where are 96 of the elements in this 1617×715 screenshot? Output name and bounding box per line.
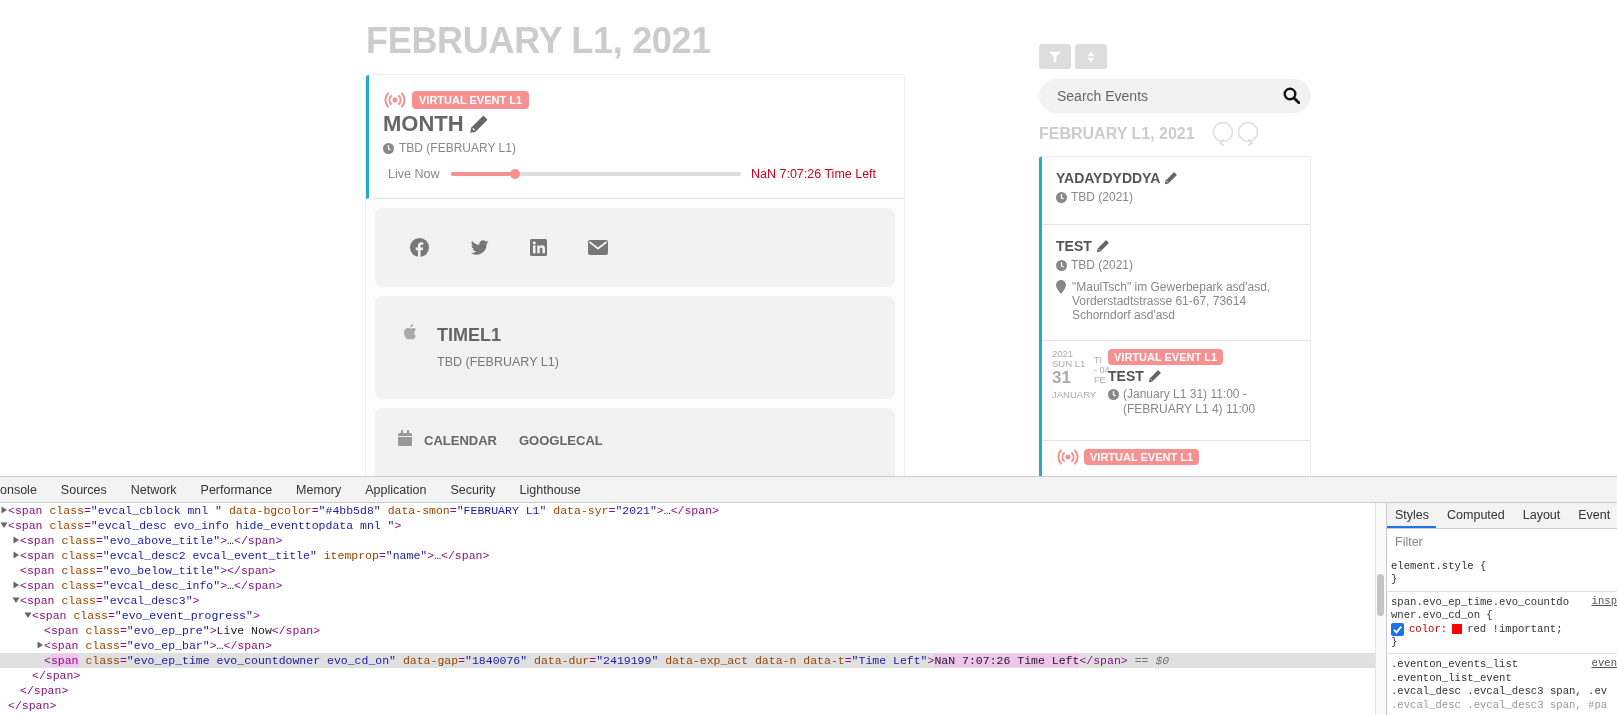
source-link[interactable]: insp: [1591, 594, 1617, 609]
calendar-link[interactable]: CALENDAR: [424, 433, 497, 476]
dom-node[interactable]: <span class="evcal_desc_info">…</span>: [0, 578, 1375, 593]
broadcast-icon: [383, 92, 407, 108]
collapse-arrow-icon[interactable]: [24, 610, 32, 619]
css-selector: .eventon_list_event: [1391, 671, 1512, 686]
devtools-tab[interactable]: Network: [130, 482, 177, 497]
closing-brace: }: [1391, 636, 1398, 650]
detail-title: TIMEL1: [437, 324, 502, 346]
date-fragment: FE: [1094, 375, 1107, 385]
dom-node[interactable]: <span class="evo_ep_bar">…</span>: [0, 638, 1375, 653]
event-title[interactable]: TEST: [1108, 368, 1144, 384]
event-time: (January L1 31) 11:00 - (FEBRUARY L1 4) 11:00: [1123, 387, 1257, 417]
event-location: "MaulTsch" im Gewerbepark asd'asd, Vorderstadtstrasse 61-67, 73614 Schorndorf asd'asd: [1072, 280, 1272, 322]
event-title[interactable]: YADAYDYDDYA: [1056, 170, 1161, 186]
css-selector: wner.evo_cd_on {: [1391, 609, 1493, 623]
devtools-tab[interactable]: Lighthouse: [519, 482, 581, 497]
clock-icon: [383, 142, 394, 154]
dom-node[interactable]: <span class="evcal_desc evo_info hide_eventtopdata mnl ">: [0, 518, 1375, 533]
twitter-bird-icon[interactable]: [470, 239, 489, 256]
scrollbar-thumb[interactable]: [1377, 574, 1384, 616]
dom-node[interactable]: <span class="evo_ep_pre">Live Now</span>: [0, 623, 1375, 638]
css-selector: .eventon_events_list: [1391, 658, 1519, 672]
dom-closing-tag: </span>: [0, 698, 1375, 713]
pencil-icon[interactable]: [1147, 369, 1162, 383]
styles-tab[interactable]: Styles: [1387, 503, 1437, 528]
clock-icon: [1108, 389, 1119, 400]
time-left: NaN 7:07:26 Time Left: [751, 167, 877, 181]
css-selector: span.evo_ep_time.evo_countdo: [1391, 595, 1569, 610]
closing-brace: }: [1391, 573, 1398, 587]
date-year: 2021: [1052, 349, 1075, 359]
date-fragment: - 04: [1094, 365, 1108, 375]
dom-node[interactable]: <span class="evo_ep_time evo_countdowner evo_cd_on" data-gap="1840076" data-dur="2419199" data-exp_act data-n data-t="Time Left">NaN 7:07:26 Time Left</span> == $0: [0, 653, 1375, 668]
css-value: red !important;: [1467, 622, 1563, 637]
dom-closing-tag: </span>: [0, 683, 1375, 698]
virtual-event-badge: VIRTUAL EVENT L1: [412, 91, 530, 109]
dom-node[interactable]: <span class="evcal_desc2 evcal_event_title" itemprop="name">…</span>: [0, 548, 1375, 563]
clock-icon: [1056, 191, 1067, 203]
dom-node[interactable]: <span class="evo_above_title">…</span>: [0, 533, 1375, 548]
facebook-icon[interactable]: [410, 238, 429, 257]
devtools-tab[interactable]: onsole: [0, 482, 37, 497]
source-link[interactable]: even: [1591, 657, 1617, 671]
devtools-tab[interactable]: Application: [365, 482, 427, 497]
expand-arrow-icon[interactable]: [0, 505, 8, 514]
broadcast-icon: [1056, 449, 1080, 465]
event-title[interactable]: TEST: [1056, 238, 1092, 254]
devtools-tab[interactable]: Performance: [200, 482, 273, 497]
linkedin-icon[interactable]: [530, 239, 547, 256]
css-selector: .evcal_desc .evcal_desc3 span, #pa: [1391, 698, 1608, 713]
css-property: color:: [1409, 622, 1448, 637]
collapse-arrow-icon[interactable]: [0, 520, 8, 529]
clock-icon: [1056, 259, 1067, 271]
envelope-icon[interactable]: [588, 240, 608, 255]
filter-icon: [1048, 49, 1062, 64]
devtools-tab[interactable]: Security: [450, 482, 496, 497]
event-time: TBD (FEBRUARY L1): [399, 141, 516, 155]
date-month: JANUARY: [1052, 390, 1094, 400]
search-field[interactable]: Search Events: [1039, 79, 1311, 113]
detail-time: TBD (FEBRUARY L1): [437, 355, 559, 369]
expand-arrow-icon[interactable]: [12, 550, 20, 559]
expand-arrow-icon[interactable]: [36, 640, 44, 649]
event-title: MONTH: [383, 111, 464, 137]
pencil-icon[interactable]: [1164, 171, 1179, 185]
css-selector: .evcal_desc .evcal_desc3 span, .ev: [1391, 685, 1608, 699]
apple-icon: [403, 324, 417, 340]
event-time: TBD (2021): [1071, 190, 1134, 204]
dom-node[interactable]: <span class="evcal_cblock mnl " data-bgcolor="#4bb5d8" data-smon="FEBRUARY L1" data-syr="2021">…</span>: [0, 503, 1375, 518]
dom-node[interactable]: <span class="evo_below_title"></span>: [0, 563, 1375, 578]
progress-label: Live Now: [388, 167, 441, 181]
checkbox[interactable]: [1391, 622, 1404, 636]
sort-icon: [1086, 49, 1096, 64]
styles-tab[interactable]: Computed: [1439, 503, 1512, 528]
event-time: TBD (2021): [1071, 258, 1134, 272]
devtools-tab[interactable]: Memory: [296, 482, 342, 497]
date-day: 31: [1052, 368, 1094, 387]
location-pin-icon: [1056, 280, 1066, 294]
expand-arrow-icon[interactable]: [12, 580, 20, 589]
virtual-event-badge: VIRTUAL EVENT L1: [1108, 349, 1224, 365]
dom-closing-tag: </span>: [0, 668, 1375, 683]
devtools-tab[interactable]: Sources: [60, 482, 107, 497]
pencil-icon[interactable]: [468, 114, 489, 134]
styles-tab[interactable]: Event: [1570, 503, 1617, 528]
collapse-arrow-icon[interactable]: [12, 595, 20, 604]
date-weekday: SUN L1: [1052, 358, 1087, 368]
dom-node[interactable]: <span class="evo_event_progress">: [0, 608, 1375, 623]
calendar-icon: [398, 430, 412, 446]
color-swatch[interactable]: [1452, 624, 1463, 635]
css-selector: element.style {: [1391, 560, 1487, 574]
styles-tab[interactable]: Layout: [1514, 503, 1568, 528]
calendar-link[interactable]: GOOGLECAL: [518, 433, 603, 476]
pencil-icon[interactable]: [1095, 239, 1110, 253]
date-fragment: TI: [1094, 355, 1103, 365]
search-icon[interactable]: [1283, 87, 1300, 104]
expand-arrow-icon[interactable]: [12, 535, 20, 544]
dom-node[interactable]: <span class="evcal_desc3">: [0, 593, 1375, 608]
virtual-event-badge: VIRTUAL EVENT L1: [1084, 449, 1200, 465]
